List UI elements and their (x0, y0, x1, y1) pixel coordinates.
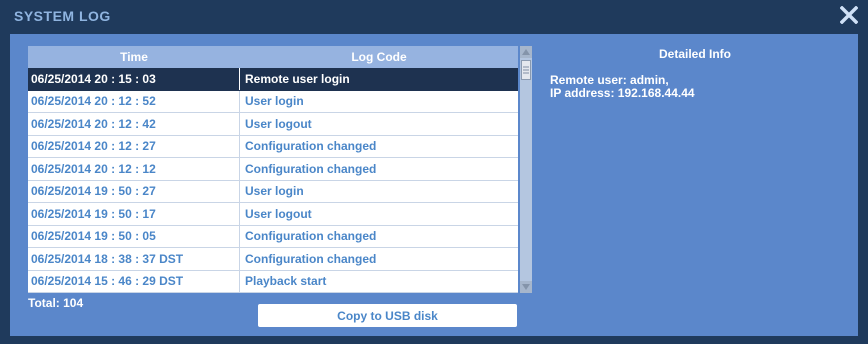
table-row[interactable]: 06/25/2014 20 : 12 : 42 User logout (28, 113, 518, 136)
table-row[interactable]: 06/25/2014 19 : 50 : 17 User logout (28, 203, 518, 226)
cell-time: 06/25/2014 19 : 50 : 27 (28, 180, 240, 202)
table-row[interactable]: 06/25/2014 19 : 50 : 05 Configuration cha… (28, 225, 518, 248)
arrow-down-icon (522, 284, 530, 290)
cell-log-code: Configuration changed (245, 251, 377, 266)
detail-info-text: Remote user: admin, IP address: 192.168.… (550, 74, 695, 100)
copy-to-usb-button[interactable]: Copy to USB disk (258, 304, 517, 327)
cell-log-code: User login (245, 94, 304, 109)
detail-info-title: Detailed Info (658, 47, 731, 61)
system-log-window: SYSTEM LOG Time Log Code 06/25/2014 20 :… (0, 0, 868, 344)
table-row[interactable]: 06/25/2014 19 : 50 : 27 User login (28, 180, 518, 203)
table-row[interactable]: 06/25/2014 15 : 46 : 29 DST Playback star… (28, 270, 518, 293)
cell-time: 06/25/2014 20 : 12 : 52 (28, 90, 240, 112)
cell-time: 06/25/2014 20 : 12 : 12 (28, 158, 240, 180)
cell-log-code: Configuration changed (245, 161, 377, 176)
window-title: SYSTEM LOG (14, 8, 111, 24)
cell-time: 06/25/2014 20 : 12 : 42 (28, 113, 240, 135)
table-body: 06/25/2014 20 : 15 : 03 Remote user login… (28, 68, 518, 293)
scroll-thumb[interactable] (521, 60, 531, 80)
cell-time: 06/25/2014 20 : 15 : 03 (28, 68, 240, 90)
arrow-up-icon (522, 49, 530, 55)
cell-time: 06/25/2014 20 : 12 : 27 (28, 135, 240, 157)
cell-time: 06/25/2014 19 : 50 : 17 (28, 203, 240, 225)
cell-log-code: User logout (245, 206, 312, 221)
column-header-log-code[interactable]: Log Code (240, 46, 518, 68)
close-icon (840, 6, 858, 24)
cell-log-code: Configuration changed (245, 139, 377, 154)
table-row[interactable]: 06/25/2014 20 : 12 : 27 Configuration cha… (28, 135, 518, 158)
table-scrollbar[interactable] (520, 46, 532, 293)
close-button[interactable] (838, 2, 860, 28)
cell-log-code: Playback start (245, 274, 327, 289)
table-row[interactable]: 06/25/2014 18 : 38 : 37 DST Configuration… (28, 248, 518, 271)
column-header-time[interactable]: Time (28, 46, 240, 68)
cell-log-code: User logout (245, 116, 312, 131)
cell-log-code: Configuration changed (245, 229, 377, 244)
detail-line-ip: IP address: 192.168.44.44 (550, 86, 695, 100)
content-panel: Time Log Code 06/25/2014 20 : 15 : 03 Rem… (10, 34, 858, 336)
table-row[interactable]: 06/25/2014 20 : 12 : 52 User login (28, 90, 518, 113)
log-table: Time Log Code 06/25/2014 20 : 15 : 03 Rem… (28, 46, 518, 293)
total-count: Total: 104 (28, 296, 84, 310)
cell-log-code: User login (245, 184, 304, 199)
grip-icon (523, 66, 529, 74)
scroll-up-button[interactable] (520, 46, 532, 58)
cell-log-code: Remote user login (245, 71, 350, 86)
table-row[interactable]: 06/25/2014 20 : 15 : 03 Remote user login (28, 68, 518, 91)
cell-time: 06/25/2014 15 : 46 : 29 DST (28, 270, 240, 292)
table-row[interactable]: 06/25/2014 20 : 12 : 12 Configuration cha… (28, 158, 518, 181)
table-header: Time Log Code (28, 46, 518, 68)
scroll-down-button[interactable] (520, 281, 532, 293)
cell-time: 06/25/2014 18 : 38 : 37 DST (28, 248, 240, 270)
cell-time: 06/25/2014 19 : 50 : 05 (28, 225, 240, 247)
